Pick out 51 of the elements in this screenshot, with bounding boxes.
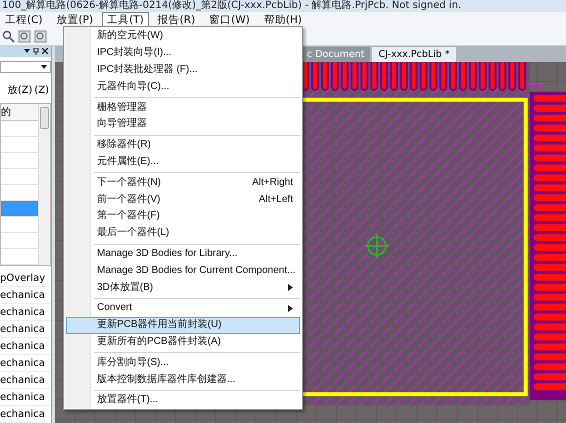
menu-item[interactable]: IPC封装向导(I)... [66, 44, 300, 62]
layer-row[interactable]: echanica [0, 287, 51, 304]
document-tab[interactable]: CJ-xxx.PcbLib * [372, 47, 456, 62]
menu-item[interactable]: IPC封装批处理器 (F)... [66, 62, 300, 78]
menu-item[interactable]: 下一个器件(N) Alt+Right [66, 174, 300, 192]
zoom-icon[interactable] [18, 30, 31, 43]
menu-item[interactable]: 放置器件(T)... [66, 392, 300, 409]
menu-item[interactable]: 窗口(W) [204, 12, 255, 28]
caret-icon [41, 64, 47, 69]
menu-item[interactable]: Convert [66, 300, 300, 317]
menu-item[interactable]: 栅格管理器 [66, 99, 300, 116]
layer-row[interactable]: echanica [0, 389, 51, 406]
menu-item[interactable]: 3D体放置(B) [66, 279, 300, 296]
column-header: 的 [1, 104, 38, 121]
close-icon[interactable] [42, 48, 48, 54]
zoom-option[interactable]: (Z) [34, 84, 49, 96]
menu-item[interactable]: 元件属性(E)... [66, 154, 300, 170]
menu-item[interactable]: 更新所有的PCB器件封装(A) [66, 334, 300, 350]
zoom-icon[interactable] [34, 30, 47, 43]
layer-row[interactable]: echanica [0, 304, 51, 321]
layer-row[interactable]: echanica [0, 355, 51, 372]
layer-row[interactable]: echanica [0, 338, 51, 355]
menu-item[interactable]: 放置(P) [52, 12, 98, 28]
menu-item[interactable]: 向导管理器 [66, 116, 300, 133]
menu-item[interactable]: Manage 3D Bodies for Library... [66, 246, 300, 262]
menu-item[interactable]: 报告(R) [152, 12, 200, 28]
menu-item[interactable]: 库分割向导(S)... [66, 354, 300, 372]
menu-item[interactable]: 前一个器件(V) Alt+Left [66, 191, 300, 208]
menu-item[interactable]: 第一个器件(F) [66, 208, 300, 225]
zoom-label: 放(Z) [8, 84, 32, 97]
submenu-arrow-icon [288, 284, 293, 292]
layer-row[interactable]: echanica [0, 372, 51, 389]
scrollbar[interactable] [38, 104, 50, 265]
submenu-arrow-icon [288, 304, 293, 312]
dropdown-icon[interactable] [24, 49, 30, 54]
layer-row[interactable]: pOverlay [0, 270, 51, 287]
menu-item[interactable]: 元器件向导(C)... [66, 78, 300, 96]
zoom-icon[interactable] [2, 30, 15, 43]
menu-item[interactable]: 更新PCB器件用当前封装(U) [66, 316, 300, 334]
layer-row[interactable]: echanica [0, 406, 51, 423]
window-title: 100_解算电路(0626-解算电路-0214(修改)_第2版(CJ-xxx.PcbLib) - 解算电路.PrjPcb. Not signed in. [0, 0, 566, 12]
menu-item[interactable]: 移除器件(R) [66, 136, 300, 154]
menu-item[interactable]: Manage 3D Bodies for Current Component... [66, 262, 300, 280]
menu-item[interactable]: 版本控制数据库器件库创建器... [66, 371, 300, 388]
menu-item[interactable]: 工程(C) [0, 12, 48, 28]
menu-item[interactable]: 最后一个器件(L) [66, 224, 300, 242]
layer-row[interactable]: echanica [0, 321, 51, 338]
menu-item[interactable]: 帮助(H) [258, 12, 307, 28]
list-row[interactable] [1, 201, 38, 217]
dropdown-field[interactable] [0, 60, 51, 73]
pin-icon[interactable] [33, 48, 39, 55]
